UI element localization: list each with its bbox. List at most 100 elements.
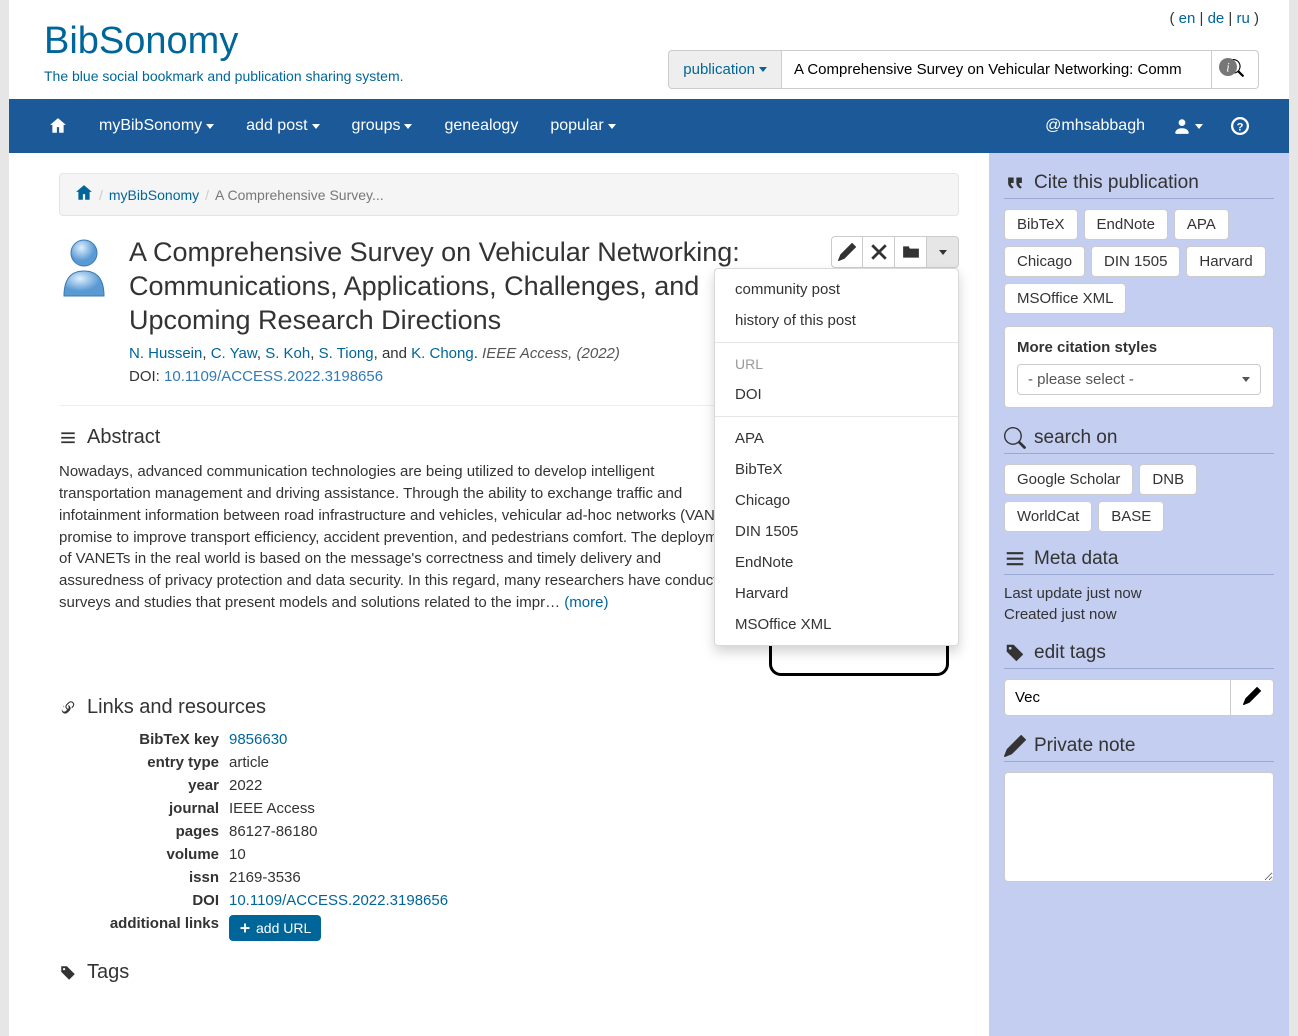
breadcrumb-my[interactable]: myBibSonomy (109, 187, 199, 203)
more-styles-label: More citation styles (1017, 339, 1157, 356)
pencil-icon (838, 243, 856, 261)
help-icon: ? (1231, 117, 1249, 135)
links-resources-header: Links and resources (59, 696, 959, 719)
private-note-header: Private note (1004, 731, 1274, 762)
cite-din1505[interactable]: DIN 1505 (1091, 246, 1180, 277)
nav-addpost[interactable]: add post (246, 117, 319, 135)
dropdown-bibtex[interactable]: BibTeX (715, 454, 958, 485)
dropdown-community-post[interactable]: community post (715, 274, 958, 305)
bibtex-key-link[interactable]: 9856630 (229, 731, 287, 748)
search-scholar[interactable]: Google Scholar (1004, 464, 1133, 495)
private-note-textarea[interactable] (1004, 772, 1274, 882)
doi-link[interactable]: 10.1109/ACCESS.2022.3198656 (164, 368, 383, 385)
dropdown-url-header: URL (715, 349, 958, 379)
navbar: myBibSonomy add post groups genealogy po… (9, 99, 1289, 153)
delete-button[interactable] (863, 236, 895, 268)
add-url-button[interactable]: add URL (229, 915, 321, 941)
resource-table: BibTeX key9856630 entry typearticle year… (59, 731, 959, 941)
year-value: 2022 (229, 777, 959, 794)
issn-value: 2169-3536 (229, 869, 959, 886)
caret-down-icon (608, 124, 616, 129)
dropdown-msoffice[interactable]: MSOffice XML (715, 609, 958, 640)
action-button-group: community post history of this post URL … (831, 236, 959, 385)
cite-apa[interactable]: APA (1174, 209, 1229, 240)
svg-text:?: ? (1237, 122, 1244, 134)
person-icon (1173, 117, 1191, 135)
search-dnb[interactable]: DNB (1139, 464, 1197, 495)
nav-home[interactable] (49, 117, 67, 135)
author-link[interactable]: C. Yaw (211, 345, 257, 362)
nav-genealogy[interactable]: genealogy (444, 117, 518, 135)
dropdown-chicago[interactable]: Chicago (715, 485, 958, 516)
tags-header: Tags (59, 961, 959, 984)
cite-endnote[interactable]: EndNote (1084, 209, 1168, 240)
dropdown-apa[interactable]: APA (715, 423, 958, 454)
publication-year: 2022 (582, 345, 615, 362)
nav-popular[interactable]: popular (550, 117, 615, 135)
home-icon (49, 117, 67, 135)
caret-down-icon (759, 67, 767, 72)
abstract-text: Nowadays, advanced communication technol… (59, 461, 749, 676)
publication-authors: N. Hussein, C. Yaw, S. Koh, S. Tiong, an… (129, 345, 811, 362)
nav-help[interactable]: ? (1231, 117, 1249, 135)
search-input[interactable] (782, 50, 1212, 89)
dropdown-endnote[interactable]: EndNote (715, 547, 958, 578)
caret-down-icon (1195, 124, 1203, 129)
dropdown-din1505[interactable]: DIN 1505 (715, 516, 958, 547)
list-icon (59, 429, 77, 447)
author-link[interactable]: S. Koh (265, 345, 310, 362)
author-link[interactable]: K. Chong (411, 345, 474, 362)
cite-bibtex[interactable]: BibTeX (1004, 209, 1078, 240)
search-type-dropdown[interactable]: publication (668, 50, 782, 89)
author-link[interactable]: S. Tiong (319, 345, 374, 362)
cite-chicago[interactable]: Chicago (1004, 246, 1085, 277)
brand-title[interactable]: BibSonomy (44, 20, 238, 62)
list-icon (1004, 548, 1026, 570)
tags-input[interactable] (1004, 679, 1231, 716)
lang-en[interactable]: en (1179, 10, 1196, 27)
caret-down-icon (1242, 377, 1250, 382)
info-icon[interactable]: i (1219, 58, 1237, 79)
search-worldcat[interactable]: WorldCat (1004, 501, 1092, 532)
dropdown-harvard[interactable]: Harvard (715, 578, 958, 609)
lang-de[interactable]: de (1208, 10, 1225, 27)
meta-last-update: Last update just now (1004, 585, 1274, 602)
edit-tags-header: edit tags (1004, 638, 1274, 669)
plus-icon (239, 922, 251, 934)
search-base[interactable]: BASE (1098, 501, 1164, 532)
cite-harvard[interactable]: Harvard (1186, 246, 1265, 277)
more-citation-styles-box: More citation styles - please select - (1004, 326, 1274, 408)
tag-icon (59, 964, 77, 982)
svg-text:i: i (1226, 61, 1230, 75)
author-link[interactable]: N. Hussein (129, 345, 202, 362)
caret-down-icon (312, 124, 320, 129)
lang-ru[interactable]: ru (1236, 10, 1249, 27)
nav-user-menu[interactable] (1173, 117, 1203, 135)
cite-msoffice[interactable]: MSOffice XML (1004, 283, 1126, 314)
tags-edit-button[interactable] (1231, 679, 1274, 716)
folder-button[interactable] (895, 236, 927, 268)
abstract-more-link[interactable]: (more) (564, 594, 608, 611)
nav-mybibsonomy[interactable]: myBibSonomy (99, 117, 214, 135)
dropdown-history[interactable]: history of this post (715, 305, 958, 336)
avatar[interactable] (59, 236, 109, 301)
breadcrumb-home[interactable] (75, 184, 93, 205)
caret-down-icon (404, 124, 412, 129)
breadcrumb: / myBibSonomy / A Comprehensive Survey..… (59, 173, 959, 216)
volume-value: 10 (229, 846, 959, 863)
nav-groups[interactable]: groups (352, 117, 413, 135)
more-dropdown-menu: community post history of this post URL … (714, 268, 959, 646)
language-switcher: ( en | de | ru ) (1169, 10, 1259, 27)
person-icon (59, 236, 109, 301)
folder-icon (902, 243, 920, 261)
nav-username[interactable]: @mhsabbagh (1045, 117, 1145, 135)
citation-style-select[interactable]: - please select - (1017, 364, 1261, 395)
doi-value-link[interactable]: 10.1109/ACCESS.2022.3198656 (229, 892, 448, 909)
cite-header: Cite this publication (1004, 168, 1274, 199)
more-dropdown-toggle[interactable] (927, 236, 959, 268)
home-icon (75, 184, 93, 202)
dropdown-doi[interactable]: DOI (715, 379, 958, 410)
journal-value: IEEE Access (229, 800, 959, 817)
main-content: / myBibSonomy / A Comprehensive Survey..… (9, 153, 989, 1036)
edit-button[interactable] (831, 236, 863, 268)
